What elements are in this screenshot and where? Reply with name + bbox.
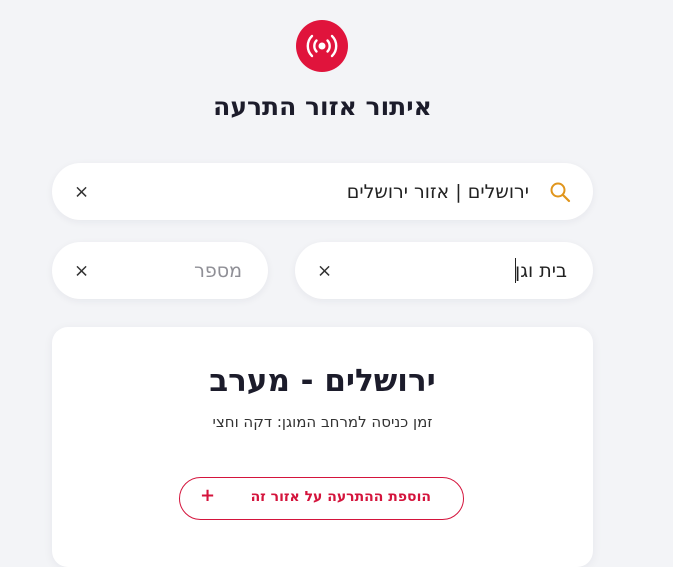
- text-cursor: [515, 258, 516, 283]
- search-input-value[interactable]: ירושלים | אזור ירושלים: [347, 181, 529, 203]
- clear-city-icon[interactable]: ×: [317, 260, 332, 281]
- app-logo: [296, 20, 348, 72]
- result-card: ירושלים - מערב זמן כניסה למרחב המוגן: דק…: [52, 327, 593, 567]
- add-alert-button-label: הוספת ההתרעה על אזור זה: [250, 489, 431, 505]
- area-search-field[interactable]: ירושלים | אזור ירושלים ×: [52, 163, 593, 220]
- plus-icon: +: [200, 485, 216, 506]
- clear-search-icon[interactable]: ×: [74, 181, 89, 202]
- house-number-input[interactable]: מספר: [194, 260, 242, 282]
- clear-number-icon[interactable]: ×: [74, 260, 89, 281]
- add-alert-area-button[interactable]: הוספת ההתרעה על אזור זה +: [179, 477, 464, 520]
- city-field[interactable]: בית וגן ×: [295, 242, 593, 299]
- house-number-field[interactable]: מספר ×: [52, 242, 268, 299]
- entry-time-text: זמן כניסה למרחב המוגן: דקה וחצי: [212, 413, 433, 431]
- page-title: איתור אזור התרעה: [213, 92, 432, 121]
- radio-broadcast-icon: [306, 34, 338, 58]
- city-input-value[interactable]: בית וגן: [515, 260, 567, 282]
- search-icon: [549, 181, 571, 207]
- area-name: ירושלים - מערב: [209, 363, 436, 399]
